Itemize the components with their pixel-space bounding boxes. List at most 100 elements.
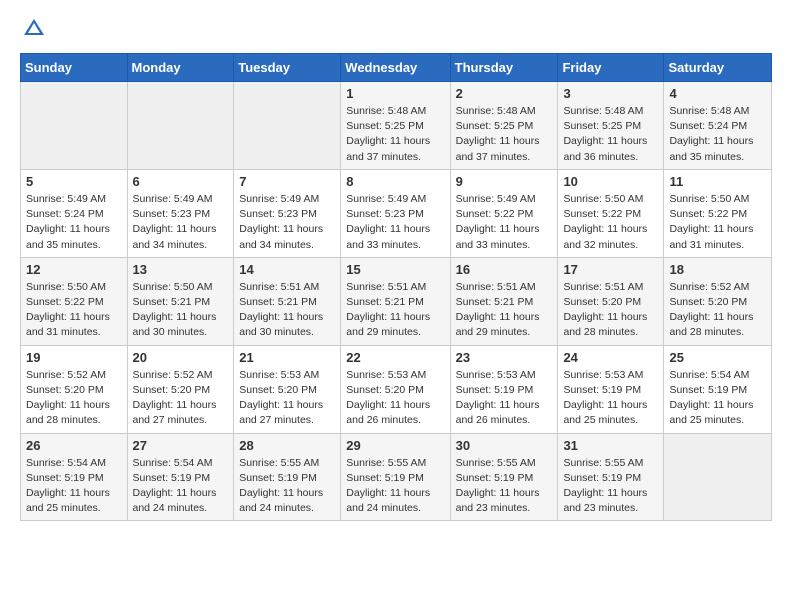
logo-icon xyxy=(20,15,48,43)
calendar-cell: 4 Sunrise: 5:48 AM Sunset: 5:24 PM Daylig… xyxy=(664,82,772,170)
day-number: 5 xyxy=(26,174,122,189)
day-number: 11 xyxy=(669,174,766,189)
day-number: 6 xyxy=(133,174,229,189)
calendar-cell: 9Sunrise: 5:49 AM Sunset: 5:22 PM Daylig… xyxy=(450,169,558,257)
day-info: Sunrise: 5:55 AM Sunset: 5:19 PM Dayligh… xyxy=(239,456,335,517)
calendar-cell: 31 Sunrise: 5:55 AM Sunset: 5:19 PM Dayli… xyxy=(558,433,664,521)
day-number: 30 xyxy=(456,438,553,453)
header xyxy=(20,15,772,43)
calendar-cell: 20 Sunrise: 5:52 AM Sunset: 5:20 PM Dayli… xyxy=(127,345,234,433)
day-number: 10 xyxy=(563,174,658,189)
day-number: 17 xyxy=(563,262,658,277)
header-cell-sunday: Sunday xyxy=(21,54,128,82)
day-info: Sunrise: 5:54 AM Sunset: 5:19 PM Dayligh… xyxy=(26,456,122,517)
week-row-4: 26 Sunrise: 5:54 AM Sunset: 5:19 PM Dayli… xyxy=(21,433,772,521)
day-number: 2 xyxy=(456,86,553,101)
calendar-header: SundayMondayTuesdayWednesdayThursdayFrid… xyxy=(21,54,772,82)
day-info: Sunrise: 5:51 AM Sunset: 5:21 PM Dayligh… xyxy=(346,280,444,341)
day-info: Sunrise: 5:53 AM Sunset: 5:19 PM Dayligh… xyxy=(563,368,658,429)
day-number: 26 xyxy=(26,438,122,453)
day-number: 19 xyxy=(26,350,122,365)
day-info: Sunrise: 5:49 AM Sunset: 5:23 PM Dayligh… xyxy=(239,192,335,253)
header-cell-wednesday: Wednesday xyxy=(341,54,450,82)
day-info: Sunrise: 5:48 AM Sunset: 5:25 PM Dayligh… xyxy=(456,104,553,165)
day-number: 31 xyxy=(563,438,658,453)
day-info: Sunrise: 5:50 AM Sunset: 5:22 PM Dayligh… xyxy=(669,192,766,253)
day-number: 13 xyxy=(133,262,229,277)
header-cell-thursday: Thursday xyxy=(450,54,558,82)
day-info: Sunrise: 5:54 AM Sunset: 5:19 PM Dayligh… xyxy=(133,456,229,517)
day-number: 18 xyxy=(669,262,766,277)
calendar-cell xyxy=(127,82,234,170)
day-number: 16 xyxy=(456,262,553,277)
day-info: Sunrise: 5:49 AM Sunset: 5:22 PM Dayligh… xyxy=(456,192,553,253)
day-number: 23 xyxy=(456,350,553,365)
week-row-1: 5 Sunrise: 5:49 AM Sunset: 5:24 PM Daylig… xyxy=(21,169,772,257)
calendar-cell: 29Sunrise: 5:55 AM Sunset: 5:19 PM Dayli… xyxy=(341,433,450,521)
calendar-cell: 16 Sunrise: 5:51 AM Sunset: 5:21 PM Dayli… xyxy=(450,257,558,345)
header-cell-saturday: Saturday xyxy=(664,54,772,82)
day-info: Sunrise: 5:50 AM Sunset: 5:21 PM Dayligh… xyxy=(133,280,229,341)
page: SundayMondayTuesdayWednesdayThursdayFrid… xyxy=(0,0,792,536)
calendar-cell: 14Sunrise: 5:51 AM Sunset: 5:21 PM Dayli… xyxy=(234,257,341,345)
calendar-cell xyxy=(664,433,772,521)
calendar-cell: 26 Sunrise: 5:54 AM Sunset: 5:19 PM Dayli… xyxy=(21,433,128,521)
calendar-cell: 21 Sunrise: 5:53 AM Sunset: 5:20 PM Dayli… xyxy=(234,345,341,433)
calendar-cell: 23 Sunrise: 5:53 AM Sunset: 5:19 PM Dayli… xyxy=(450,345,558,433)
day-info: Sunrise: 5:52 AM Sunset: 5:20 PM Dayligh… xyxy=(133,368,229,429)
day-number: 4 xyxy=(669,86,766,101)
calendar-cell xyxy=(21,82,128,170)
calendar-cell: 11 Sunrise: 5:50 AM Sunset: 5:22 PM Dayli… xyxy=(664,169,772,257)
calendar-cell: 15 Sunrise: 5:51 AM Sunset: 5:21 PM Dayli… xyxy=(341,257,450,345)
calendar-cell: 2 Sunrise: 5:48 AM Sunset: 5:25 PM Daylig… xyxy=(450,82,558,170)
day-number: 14 xyxy=(239,262,335,277)
calendar-cell: 17 Sunrise: 5:51 AM Sunset: 5:20 PM Dayli… xyxy=(558,257,664,345)
calendar-cell: 3Sunrise: 5:48 AM Sunset: 5:25 PM Daylig… xyxy=(558,82,664,170)
day-number: 24 xyxy=(563,350,658,365)
calendar-cell: 24 Sunrise: 5:53 AM Sunset: 5:19 PM Dayli… xyxy=(558,345,664,433)
day-number: 22 xyxy=(346,350,444,365)
header-cell-tuesday: Tuesday xyxy=(234,54,341,82)
day-info: Sunrise: 5:51 AM Sunset: 5:20 PM Dayligh… xyxy=(563,280,658,341)
day-info: Sunrise: 5:52 AM Sunset: 5:20 PM Dayligh… xyxy=(26,368,122,429)
calendar-cell: 18 Sunrise: 5:52 AM Sunset: 5:20 PM Dayli… xyxy=(664,257,772,345)
day-info: Sunrise: 5:49 AM Sunset: 5:23 PM Dayligh… xyxy=(346,192,444,253)
calendar-table: SundayMondayTuesdayWednesdayThursdayFrid… xyxy=(20,53,772,521)
day-info: Sunrise: 5:51 AM Sunset: 5:21 PM Dayligh… xyxy=(456,280,553,341)
day-info: Sunrise: 5:48 AM Sunset: 5:25 PM Dayligh… xyxy=(346,104,444,165)
calendar-cell: 30Sunrise: 5:55 AM Sunset: 5:19 PM Dayli… xyxy=(450,433,558,521)
day-info: Sunrise: 5:53 AM Sunset: 5:19 PM Dayligh… xyxy=(456,368,553,429)
day-number: 21 xyxy=(239,350,335,365)
header-cell-monday: Monday xyxy=(127,54,234,82)
day-info: Sunrise: 5:53 AM Sunset: 5:20 PM Dayligh… xyxy=(239,368,335,429)
week-row-2: 12Sunrise: 5:50 AM Sunset: 5:22 PM Dayli… xyxy=(21,257,772,345)
calendar-cell: 12Sunrise: 5:50 AM Sunset: 5:22 PM Dayli… xyxy=(21,257,128,345)
calendar-cell: 1 Sunrise: 5:48 AM Sunset: 5:25 PM Daylig… xyxy=(341,82,450,170)
week-row-0: 1 Sunrise: 5:48 AM Sunset: 5:25 PM Daylig… xyxy=(21,82,772,170)
calendar-cell: 19 Sunrise: 5:52 AM Sunset: 5:20 PM Dayli… xyxy=(21,345,128,433)
day-info: Sunrise: 5:49 AM Sunset: 5:24 PM Dayligh… xyxy=(26,192,122,253)
day-number: 20 xyxy=(133,350,229,365)
day-number: 8 xyxy=(346,174,444,189)
calendar-cell: 6Sunrise: 5:49 AM Sunset: 5:23 PM Daylig… xyxy=(127,169,234,257)
calendar-cell: 5 Sunrise: 5:49 AM Sunset: 5:24 PM Daylig… xyxy=(21,169,128,257)
day-info: Sunrise: 5:55 AM Sunset: 5:19 PM Dayligh… xyxy=(563,456,658,517)
header-row: SundayMondayTuesdayWednesdayThursdayFrid… xyxy=(21,54,772,82)
day-info: Sunrise: 5:53 AM Sunset: 5:20 PM Dayligh… xyxy=(346,368,444,429)
calendar-body: 1 Sunrise: 5:48 AM Sunset: 5:25 PM Daylig… xyxy=(21,82,772,521)
day-number: 15 xyxy=(346,262,444,277)
week-row-3: 19 Sunrise: 5:52 AM Sunset: 5:20 PM Dayli… xyxy=(21,345,772,433)
calendar-cell: 28 Sunrise: 5:55 AM Sunset: 5:19 PM Dayli… xyxy=(234,433,341,521)
day-number: 25 xyxy=(669,350,766,365)
calendar-cell: 7 Sunrise: 5:49 AM Sunset: 5:23 PM Daylig… xyxy=(234,169,341,257)
calendar-cell: 13 Sunrise: 5:50 AM Sunset: 5:21 PM Dayli… xyxy=(127,257,234,345)
day-info: Sunrise: 5:48 AM Sunset: 5:24 PM Dayligh… xyxy=(669,104,766,165)
day-info: Sunrise: 5:50 AM Sunset: 5:22 PM Dayligh… xyxy=(26,280,122,341)
day-number: 1 xyxy=(346,86,444,101)
day-number: 28 xyxy=(239,438,335,453)
day-number: 29 xyxy=(346,438,444,453)
calendar-cell: 27Sunrise: 5:54 AM Sunset: 5:19 PM Dayli… xyxy=(127,433,234,521)
day-number: 7 xyxy=(239,174,335,189)
day-info: Sunrise: 5:52 AM Sunset: 5:20 PM Dayligh… xyxy=(669,280,766,341)
calendar-cell: 25Sunrise: 5:54 AM Sunset: 5:19 PM Dayli… xyxy=(664,345,772,433)
